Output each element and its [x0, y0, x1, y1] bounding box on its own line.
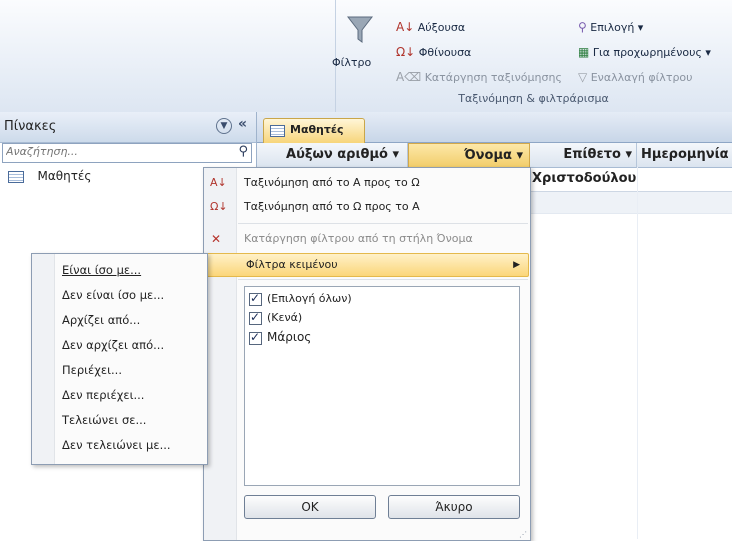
column-header-id[interactable]: Αύξων αριθμό ▾ [257, 143, 408, 168]
nav-search-box[interactable]: ⚲ [2, 143, 252, 163]
sort-z-to-a-item[interactable]: Ω↓ Ταξινόμηση από το Ω προς το Α [204, 196, 530, 218]
descending-button[interactable]: Ω↓ Φθίνουσα [396, 45, 471, 59]
grid-line [637, 167, 638, 539]
cell-surname[interactable]: Χριστοδούλου [532, 171, 636, 186]
value-checklist[interactable]: (Επιλογή όλων) (Κενά) Μάριος [244, 286, 520, 486]
submenu-item-begins-with[interactable]: Αρχίζει από... [62, 310, 140, 330]
tab-label: Μαθητές [290, 123, 344, 136]
submenu-arrow-icon: ▶ [513, 260, 520, 270]
checkbox-checked[interactable] [249, 310, 262, 325]
search-icon[interactable]: ⚲ [238, 144, 248, 159]
submenu-item-not-equals[interactable]: Δεν είναι ίσο με... [62, 285, 164, 305]
nav-header: Πίνακες ▼ « [0, 112, 256, 143]
tab-students[interactable]: Μαθητές [263, 118, 365, 143]
text-filters-submenu: Είναι ίσο με... Δεν είναι ίσο με... Αρχί… [31, 253, 208, 465]
nav-dropdown-icon[interactable]: ▼ [216, 118, 232, 134]
menu-separator [238, 279, 528, 280]
checkbox-checked[interactable] [249, 330, 262, 345]
toggle-filter-button[interactable]: ▽ Εναλλαγή φίλτρου [578, 70, 693, 84]
checklist-item-marios[interactable]: Μάριος [249, 330, 311, 345]
sort-a-to-z-item[interactable]: A↓ Ταξινόμηση από το Α προς το Ω [204, 172, 530, 194]
sort-descending-icon: Ω↓ [396, 45, 416, 59]
funnel-icon [346, 16, 374, 43]
text-filters-item[interactable]: Φίλτρα κειμένου ▶ [205, 253, 529, 277]
checklist-item-blanks[interactable]: (Κενά) [249, 310, 302, 325]
selection-filter-icon: ⚲ [578, 20, 587, 34]
clear-sort-button[interactable]: A⌫ Κατάργηση ταξινόμησης [396, 70, 562, 84]
advanced-filter-icon: ▦ [578, 45, 590, 59]
table-icon [8, 171, 24, 183]
submenu-item-not-contains[interactable]: Δεν περιέχει... [62, 385, 144, 405]
sort-ascending-icon: A↓ [210, 176, 227, 189]
nav-title: Πίνακες [4, 119, 57, 134]
ok-button[interactable]: OK [244, 495, 376, 519]
submenu-item-contains[interactable]: Περιέχει... [62, 360, 122, 380]
clear-filter-icon: ✕ [211, 232, 222, 246]
cancel-button[interactable]: Άκυρο [388, 495, 520, 519]
ribbon-left-section [0, 0, 336, 112]
resize-grip-icon[interactable]: ⋰ [519, 530, 527, 539]
clear-filter-item[interactable]: ✕ Κατάργηση φίλτρου από τη στήλη Όνομα [204, 228, 530, 250]
submenu-item-ends-with[interactable]: Τελειώνει σε... [62, 410, 146, 430]
column-header-date[interactable]: Ημερομηνία [637, 143, 732, 168]
nav-item-label: Μαθητές [37, 169, 92, 183]
selection-button[interactable]: ⚲ Επιλογή ▾ [578, 20, 643, 34]
filter-label: Φίλτρο [332, 56, 372, 69]
nav-item-students[interactable]: Μαθητές [8, 166, 91, 186]
checklist-item-select-all[interactable]: (Επιλογή όλων) [249, 291, 352, 306]
nav-search-input[interactable] [3, 144, 219, 159]
column-header-surname[interactable]: Επίθετο ▾ [530, 143, 637, 168]
ascending-button[interactable]: A↓ Αύξουσα [396, 20, 465, 34]
column-header-name[interactable]: Όνομα ▾ [408, 143, 530, 169]
sort-descending-icon: Ω↓ [210, 200, 228, 213]
toggle-filter-icon: ▽ [578, 70, 588, 84]
advanced-button[interactable]: ▦ Για προχωρημένους ▾ [578, 45, 711, 59]
submenu-item-not-begins-with[interactable]: Δεν αρχίζει από... [62, 335, 164, 355]
checkbox-checked[interactable] [249, 291, 262, 306]
ribbon-group-label: Ταξινόμηση & φιλτράρισμα [458, 92, 609, 105]
submenu-item-equals[interactable]: Είναι ίσο με... [62, 260, 141, 280]
filter-button[interactable]: Φίλτρο [332, 14, 376, 76]
column-filter-menu: A↓ Ταξινόμηση από το Α προς το Ω Ω↓ Ταξι… [203, 167, 531, 541]
document-tabstrip: Μαθητές [257, 112, 732, 143]
table-icon [270, 125, 285, 137]
ribbon: Φίλτρο A↓ Αύξουσα Ω↓ Φθίνουσα A⌫ Κατάργη… [0, 0, 732, 113]
menu-gutter [204, 168, 237, 540]
submenu-item-not-ends-with[interactable]: Δεν τελειώνει με... [62, 435, 171, 455]
submenu-gutter [32, 254, 55, 464]
sort-ascending-icon: A↓ [396, 20, 415, 34]
menu-separator [238, 223, 528, 224]
clear-sort-icon: A⌫ [396, 70, 422, 84]
collapse-pane-icon[interactable]: « [238, 116, 247, 132]
